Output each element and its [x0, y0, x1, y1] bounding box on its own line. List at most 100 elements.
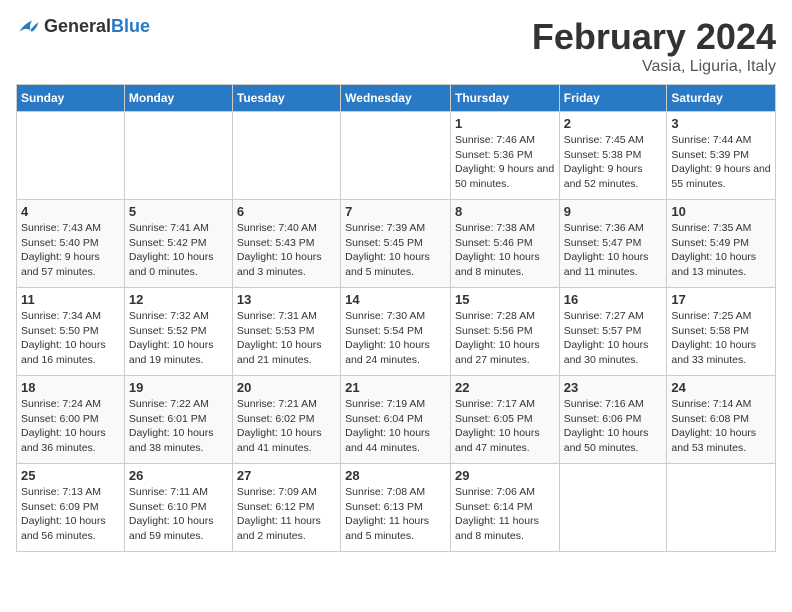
- day-info: Sunrise: 7:09 AM Sunset: 6:12 PM Dayligh…: [237, 485, 336, 544]
- day-info: Sunrise: 7:06 AM Sunset: 6:14 PM Dayligh…: [455, 485, 555, 544]
- day-info: Sunrise: 7:41 AM Sunset: 5:42 PM Dayligh…: [129, 221, 228, 280]
- day-number: 25: [21, 468, 120, 483]
- calendar-cell: 18 Sunrise: 7:24 AM Sunset: 6:00 PM Dayli…: [17, 376, 125, 464]
- day-info: Sunrise: 7:32 AM Sunset: 5:52 PM Dayligh…: [129, 309, 228, 368]
- week-row-3: 11Sunrise: 7:34 AM Sunset: 5:50 PM Dayli…: [17, 288, 776, 376]
- day-info: Sunrise: 7:11 AM Sunset: 6:10 PM Dayligh…: [129, 485, 228, 544]
- calendar-cell: 29 Sunrise: 7:06 AM Sunset: 6:14 PM Dayli…: [450, 464, 559, 552]
- calendar-title: February 2024: [532, 16, 776, 58]
- day-number: 9: [564, 204, 663, 219]
- calendar-cell: 20Sunrise: 7:21 AM Sunset: 6:02 PM Dayli…: [232, 376, 340, 464]
- calendar-cell: 19 Sunrise: 7:22 AM Sunset: 6:01 PM Dayli…: [124, 376, 232, 464]
- day-number: 6: [237, 204, 336, 219]
- day-info: Sunrise: 7:22 AM Sunset: 6:01 PM Dayligh…: [129, 397, 228, 456]
- calendar-cell: 3Sunrise: 7:44 AM Sunset: 5:39 PM Daylig…: [667, 112, 776, 200]
- column-header-monday: Monday: [124, 85, 232, 112]
- calendar-cell: 7 Sunrise: 7:39 AM Sunset: 5:45 PM Daylig…: [341, 200, 451, 288]
- week-row-2: 4 Sunrise: 7:43 AM Sunset: 5:40 PM Daylig…: [17, 200, 776, 288]
- day-info: Sunrise: 7:24 AM Sunset: 6:00 PM Dayligh…: [21, 397, 120, 456]
- day-info: Sunrise: 7:39 AM Sunset: 5:45 PM Dayligh…: [345, 221, 446, 280]
- day-number: 22: [455, 380, 555, 395]
- day-number: 1: [455, 116, 555, 131]
- day-info: Sunrise: 7:27 AM Sunset: 5:57 PM Dayligh…: [564, 309, 663, 368]
- calendar-cell: 17 Sunrise: 7:25 AM Sunset: 5:58 PM Dayli…: [667, 288, 776, 376]
- logo: GeneralBlue: [16, 16, 150, 37]
- calendar-cell: 28 Sunrise: 7:08 AM Sunset: 6:13 PM Dayli…: [341, 464, 451, 552]
- day-number: 19: [129, 380, 228, 395]
- day-number: 26: [129, 468, 228, 483]
- calendar-cell: 24 Sunrise: 7:14 AM Sunset: 6:08 PM Dayli…: [667, 376, 776, 464]
- day-number: 5: [129, 204, 228, 219]
- day-info: Sunrise: 7:19 AM Sunset: 6:04 PM Dayligh…: [345, 397, 446, 456]
- calendar-cell: 4 Sunrise: 7:43 AM Sunset: 5:40 PM Daylig…: [17, 200, 125, 288]
- day-info: Sunrise: 7:40 AM Sunset: 5:43 PM Dayligh…: [237, 221, 336, 280]
- calendar-cell: 2Sunrise: 7:45 AM Sunset: 5:38 PM Daylig…: [559, 112, 667, 200]
- calendar-cell: [559, 464, 667, 552]
- day-number: 7: [345, 204, 446, 219]
- day-number: 17: [671, 292, 771, 307]
- calendar-cell: 1 Sunrise: 7:46 AM Sunset: 5:36 PM Daylig…: [450, 112, 559, 200]
- column-header-wednesday: Wednesday: [341, 85, 451, 112]
- day-info: Sunrise: 7:36 AM Sunset: 5:47 PM Dayligh…: [564, 221, 663, 280]
- calendar-cell: [17, 112, 125, 200]
- calendar-cell: 11Sunrise: 7:34 AM Sunset: 5:50 PM Dayli…: [17, 288, 125, 376]
- day-number: 16: [564, 292, 663, 307]
- day-number: 13: [237, 292, 336, 307]
- calendar-cell: 15 Sunrise: 7:28 AM Sunset: 5:56 PM Dayli…: [450, 288, 559, 376]
- day-info: Sunrise: 7:46 AM Sunset: 5:36 PM Dayligh…: [455, 133, 555, 192]
- day-info: Sunrise: 7:45 AM Sunset: 5:38 PM Dayligh…: [564, 133, 663, 192]
- day-info: Sunrise: 7:38 AM Sunset: 5:46 PM Dayligh…: [455, 221, 555, 280]
- day-info: Sunrise: 7:16 AM Sunset: 6:06 PM Dayligh…: [564, 397, 663, 456]
- day-info: Sunrise: 7:30 AM Sunset: 5:54 PM Dayligh…: [345, 309, 446, 368]
- calendar-cell: [667, 464, 776, 552]
- day-number: 4: [21, 204, 120, 219]
- day-info: Sunrise: 7:43 AM Sunset: 5:40 PM Dayligh…: [21, 221, 120, 280]
- calendar-cell: [341, 112, 451, 200]
- day-info: Sunrise: 7:08 AM Sunset: 6:13 PM Dayligh…: [345, 485, 446, 544]
- calendar-cell: 26 Sunrise: 7:11 AM Sunset: 6:10 PM Dayli…: [124, 464, 232, 552]
- day-number: 24: [671, 380, 771, 395]
- column-header-thursday: Thursday: [450, 85, 559, 112]
- calendar-cell: 25 Sunrise: 7:13 AM Sunset: 6:09 PM Dayli…: [17, 464, 125, 552]
- column-header-saturday: Saturday: [667, 85, 776, 112]
- calendar-cell: 12Sunrise: 7:32 AM Sunset: 5:52 PM Dayli…: [124, 288, 232, 376]
- calendar-cell: 6 Sunrise: 7:40 AM Sunset: 5:43 PM Daylig…: [232, 200, 340, 288]
- day-number: 21: [345, 380, 446, 395]
- day-number: 15: [455, 292, 555, 307]
- day-info: Sunrise: 7:25 AM Sunset: 5:58 PM Dayligh…: [671, 309, 771, 368]
- day-number: 23: [564, 380, 663, 395]
- day-number: 11: [21, 292, 120, 307]
- calendar-cell: 9 Sunrise: 7:36 AM Sunset: 5:47 PM Daylig…: [559, 200, 667, 288]
- day-info: Sunrise: 7:14 AM Sunset: 6:08 PM Dayligh…: [671, 397, 771, 456]
- calendar-cell: 23 Sunrise: 7:16 AM Sunset: 6:06 PM Dayli…: [559, 376, 667, 464]
- day-info: Sunrise: 7:31 AM Sunset: 5:53 PM Dayligh…: [237, 309, 336, 368]
- day-info: Sunrise: 7:35 AM Sunset: 5:49 PM Dayligh…: [671, 221, 771, 280]
- calendar-cell: 10Sunrise: 7:35 AM Sunset: 5:49 PM Dayli…: [667, 200, 776, 288]
- calendar-cell: [124, 112, 232, 200]
- week-row-4: 18 Sunrise: 7:24 AM Sunset: 6:00 PM Dayli…: [17, 376, 776, 464]
- week-row-5: 25 Sunrise: 7:13 AM Sunset: 6:09 PM Dayli…: [17, 464, 776, 552]
- day-info: Sunrise: 7:28 AM Sunset: 5:56 PM Dayligh…: [455, 309, 555, 368]
- calendar-cell: 16 Sunrise: 7:27 AM Sunset: 5:57 PM Dayli…: [559, 288, 667, 376]
- day-info: Sunrise: 7:17 AM Sunset: 6:05 PM Dayligh…: [455, 397, 555, 456]
- calendar-cell: 22 Sunrise: 7:17 AM Sunset: 6:05 PM Dayli…: [450, 376, 559, 464]
- logo-icon: [16, 17, 40, 37]
- day-number: 28: [345, 468, 446, 483]
- day-info: Sunrise: 7:21 AM Sunset: 6:02 PM Dayligh…: [237, 397, 336, 456]
- week-row-1: 1 Sunrise: 7:46 AM Sunset: 5:36 PM Daylig…: [17, 112, 776, 200]
- logo-general: General: [44, 16, 111, 36]
- day-number: 27: [237, 468, 336, 483]
- calendar-table: SundayMondayTuesdayWednesdayThursdayFrid…: [16, 84, 776, 552]
- column-header-tuesday: Tuesday: [232, 85, 340, 112]
- logo-blue: Blue: [111, 16, 150, 36]
- calendar-cell: [232, 112, 340, 200]
- column-header-friday: Friday: [559, 85, 667, 112]
- calendar-cell: 8Sunrise: 7:38 AM Sunset: 5:46 PM Daylig…: [450, 200, 559, 288]
- calendar-header: SundayMondayTuesdayWednesdayThursdayFrid…: [17, 85, 776, 112]
- calendar-cell: 14Sunrise: 7:30 AM Sunset: 5:54 PM Dayli…: [341, 288, 451, 376]
- day-number: 29: [455, 468, 555, 483]
- day-number: 18: [21, 380, 120, 395]
- calendar-subtitle: Vasia, Liguria, Italy: [532, 58, 776, 76]
- day-info: Sunrise: 7:13 AM Sunset: 6:09 PM Dayligh…: [21, 485, 120, 544]
- calendar-cell: 27 Sunrise: 7:09 AM Sunset: 6:12 PM Dayli…: [232, 464, 340, 552]
